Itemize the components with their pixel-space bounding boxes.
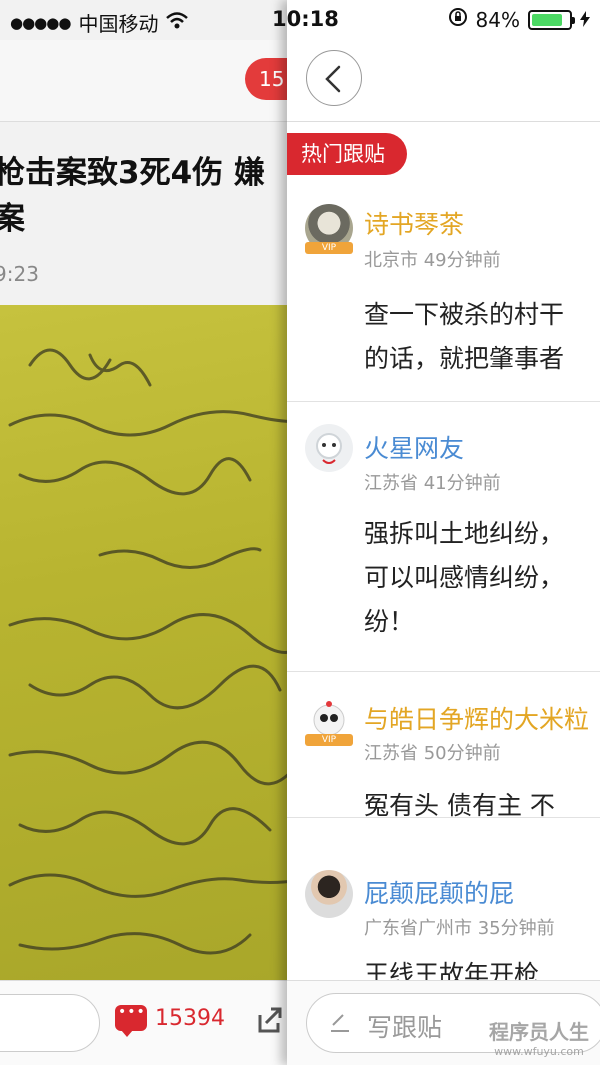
vip-badge: VIP <box>305 242 353 254</box>
status-bar: ●●●●● 中国移动 10:18 84% <box>0 0 600 40</box>
comment-text: 强拆叫土地纠纷， 可以叫感情纠纷， 纷！ <box>364 519 565 636</box>
back-button[interactable] <box>306 50 362 106</box>
pencil-icon <box>329 1009 351 1039</box>
write-comment-placeholder: 写跟贴 <box>367 1013 443 1042</box>
watermark: 程序员人生 www.wfuyu.com <box>478 1016 600 1058</box>
background-article-page: 15 枪击案致3死4伤 嫌 案 9:23 15394 <box>0 0 300 1065</box>
wifi-icon <box>166 11 189 35</box>
article-comment-input[interactable] <box>0 994 100 1052</box>
hot-comments-tag: 热门跟贴 <box>287 133 407 175</box>
share-icon[interactable] <box>252 1003 286 1045</box>
clock: 10:18 <box>272 7 339 31</box>
comment-author[interactable]: 与皓日争辉的大米粒 <box>364 700 589 736</box>
watermark-title: 程序员人生 <box>489 1020 589 1044</box>
comment-bubble-icon <box>115 1004 147 1037</box>
battery-icon <box>528 9 575 30</box>
comment-count-label: 15394 <box>155 1005 225 1031</box>
article-photo <box>0 305 300 980</box>
comment-item[interactable]: VIP 诗书琴茶 北京市 49分钟前 查一下被杀的村干 的话，就把肇事者 <box>287 190 600 402</box>
comment-author[interactable]: 屁颠屁颠的屁 <box>364 874 514 910</box>
comment-item[interactable]: VIP 与皓日争辉的大米粒 江苏省 50分钟前 冤有头 债有主 不 <box>287 672 600 820</box>
watermark-url: www.wfuyu.com <box>494 1045 584 1058</box>
article-time: 9:23 <box>0 262 39 286</box>
comment-meta: 江苏省 41分钟前 <box>364 473 501 494</box>
avatar[interactable] <box>305 870 353 918</box>
comment-text: 查一下被杀的村干 的话，就把肇事者 <box>364 300 565 373</box>
battery-percent: 84% <box>475 7 520 32</box>
comment-meta: 北京市 49分钟前 <box>364 250 501 271</box>
avatar[interactable] <box>305 424 353 472</box>
article-title: 枪击案致3死4伤 嫌 <box>0 155 265 191</box>
article-title-line-2: 案 <box>0 201 25 237</box>
comment-author[interactable]: 火星网友 <box>364 429 464 465</box>
comment-item[interactable]: 火星网友 江苏省 41分钟前 强拆叫土地纠纷， 可以叫感情纠纷， 纷！ <box>287 402 600 672</box>
vip-badge: VIP <box>305 734 353 746</box>
comment-meta: 江苏省 50分钟前 <box>364 743 501 764</box>
signal-strength-icon: ●●●●● <box>10 13 71 32</box>
comment-author[interactable]: 诗书琴茶 <box>364 205 464 241</box>
orientation-lock-icon <box>448 7 468 32</box>
charging-bolt-icon <box>580 8 590 32</box>
chevron-left-icon <box>325 65 341 93</box>
comments-panel: 热门跟贴 VIP 诗书琴茶 北京市 49分钟前 查一下被杀的村干 的话，就把肇事… <box>287 0 600 1065</box>
panel-nav-bar <box>287 40 600 122</box>
comment-meta: 广东省广州市 35分钟前 <box>364 918 555 939</box>
carrier-name: 中国移动 <box>78 12 159 36</box>
comment-count-button[interactable]: 15394 <box>115 1004 225 1037</box>
